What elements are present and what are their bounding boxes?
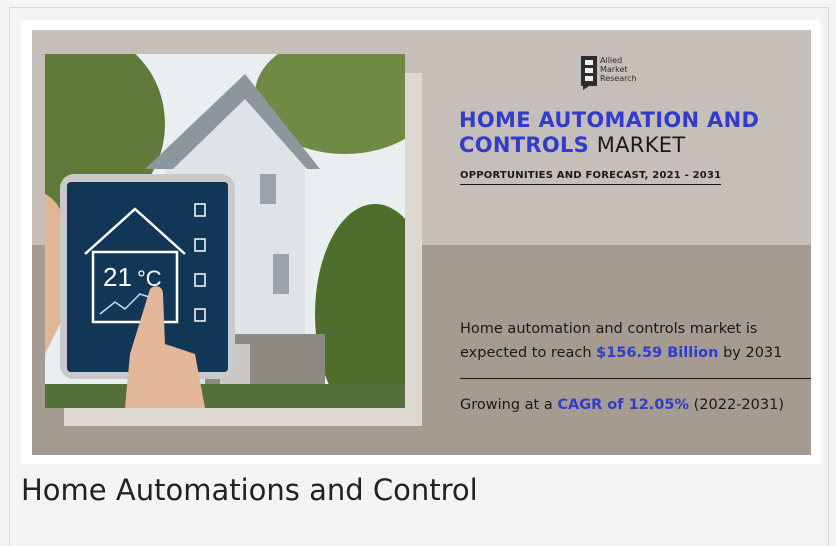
cagr-period: (2022-2031) (693, 397, 784, 413)
logo-line-2: Market (600, 65, 628, 74)
logo-line-1: Allied (600, 56, 623, 65)
image-caption: Home Automations and Control (21, 473, 478, 507)
allied-market-research-logo: Allied Market Research (581, 56, 651, 92)
banner-divider (460, 378, 811, 379)
house-tablet-photo: 21 °C (45, 54, 405, 408)
cagr-text: Growing at a (460, 397, 553, 413)
market-size-suffix: by 2031 (723, 345, 783, 361)
banner-title: HOME AUTOMATION AND CONTROLS MARKET (459, 108, 799, 158)
logo-line-3: Research (600, 74, 637, 83)
cagr-statement: Growing at a CAGR of 12.05% (2022-2031) (460, 393, 805, 417)
banner-subtitle: OPPORTUNITIES AND FORECAST, 2021 - 2031 (460, 170, 722, 185)
market-size-value: $156.59 Billion (596, 345, 719, 361)
banner-title-plain: MARKET (596, 133, 686, 157)
market-banner: 21 °C Allied Market Research HOME AUTOMA… (32, 30, 811, 455)
cagr-value: CAGR of 12.05% (557, 397, 690, 413)
tablet-temperature: 21 (103, 262, 132, 292)
logo-mark-icon (581, 56, 597, 90)
market-size-statement: Home automation and controls market is e… (460, 317, 805, 365)
